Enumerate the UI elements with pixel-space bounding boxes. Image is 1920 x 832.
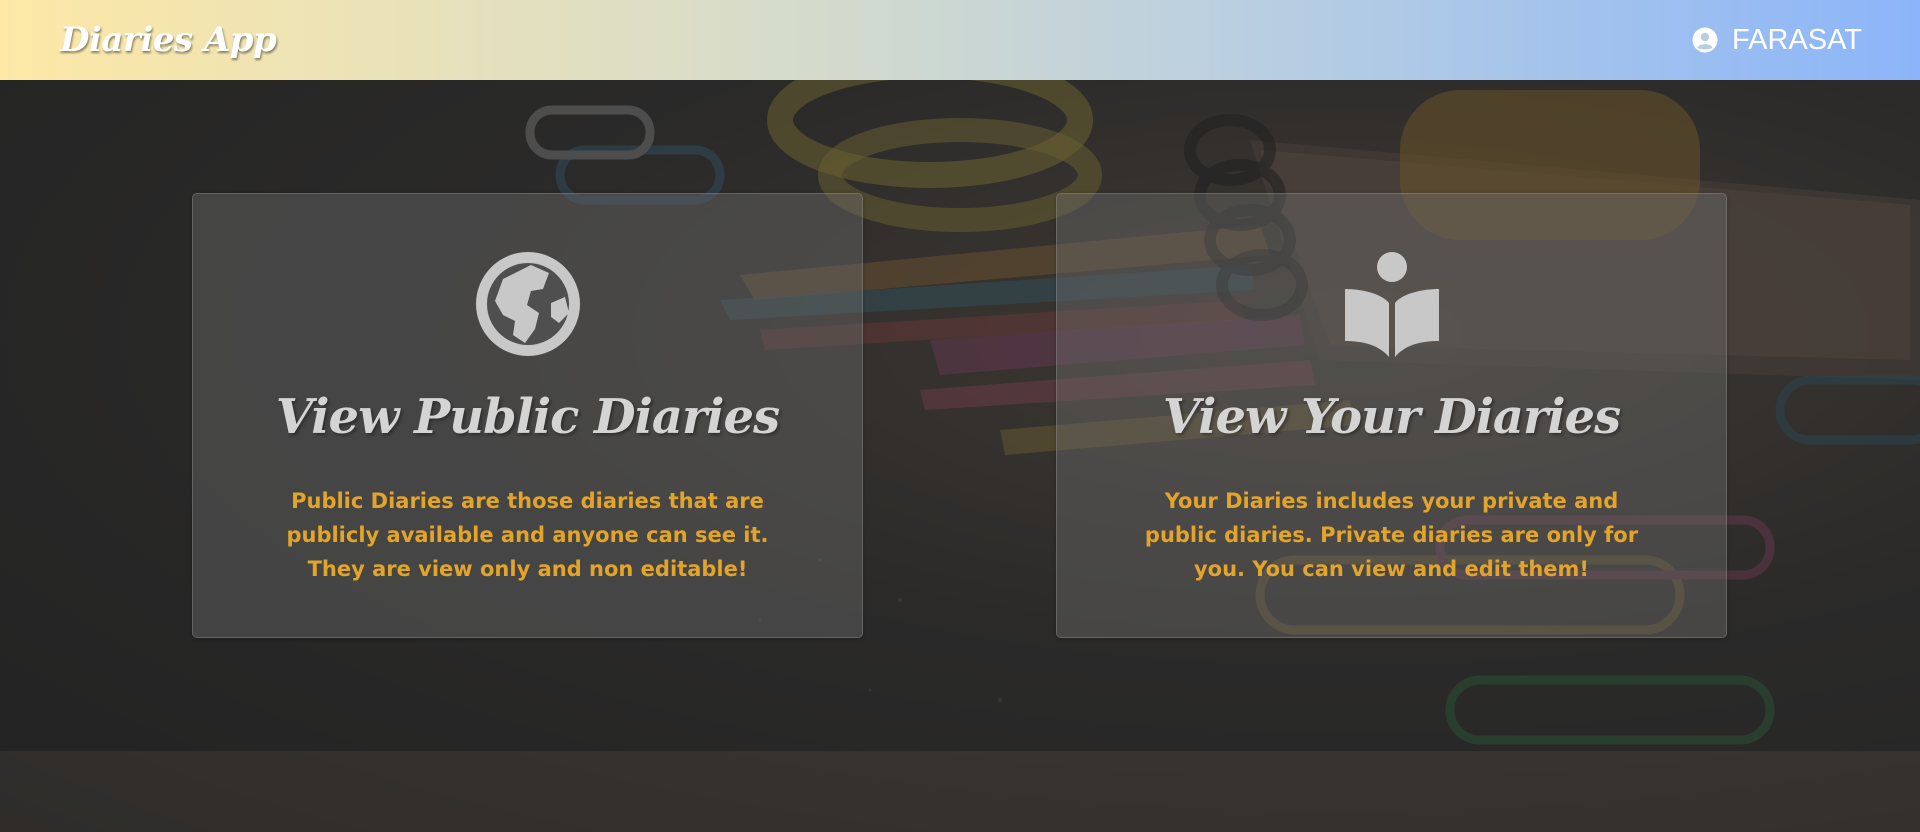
card-title: View Public Diaries [275, 389, 780, 445]
public-diaries-card[interactable]: View Public Diaries Public Diaries are t… [192, 193, 863, 638]
card-title: View Your Diaries [1162, 389, 1621, 445]
your-diaries-card[interactable]: View Your Diaries Your Diaries includes … [1056, 193, 1727, 638]
globe-icon [473, 249, 583, 359]
footer-dim-overlay [0, 751, 1920, 832]
username-label: FARASAT [1732, 23, 1862, 56]
card-description: Public Diaries are those diaries that ar… [286, 489, 769, 581]
brand-logo-link[interactable]: Diaries App [60, 20, 277, 60]
card-description: Your Diaries includes your private and p… [1144, 489, 1639, 581]
user-circle-icon [1692, 27, 1718, 53]
user-menu[interactable]: FARASAT [1692, 24, 1862, 57]
top-navbar: Diaries App FARASAT [0, 0, 1920, 80]
book-reader-icon [1337, 249, 1447, 359]
